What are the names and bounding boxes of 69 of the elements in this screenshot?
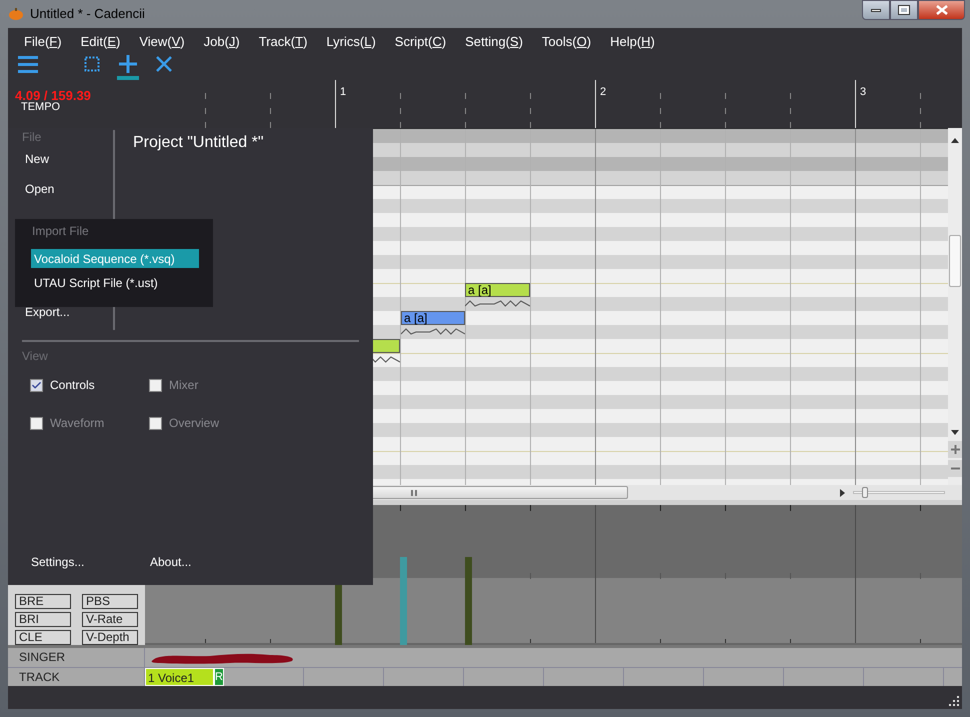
menu-item[interactable]: Settings... [31,553,150,571]
track-tab[interactable]: 1 Voice1 [145,668,214,686]
pumpkin-icon [9,8,23,20]
menu-item[interactable]: Help(H) [610,32,655,52]
scrollbar-thumb[interactable] [949,235,961,287]
checkbox[interactable] [30,416,43,430]
selection-icon [84,56,100,72]
menu-item[interactable]: Tools(O) [542,32,592,52]
checkbox[interactable] [30,378,43,392]
menu-icon [18,54,38,74]
close-icon [156,56,172,72]
zoom-out-button[interactable] [948,460,962,477]
minus-icon [950,467,960,470]
position-readout: 4.09 / 159.39 [15,87,91,103]
submenu-item[interactable]: UTAU Script File (*.ust) [31,273,199,292]
menu-item[interactable]: Lyrics(L) [326,32,376,52]
menu-item[interactable]: Setting(S) [465,32,523,52]
curve-button[interactable]: V-Rate [82,612,138,627]
curve-button[interactable]: CLE [15,630,71,645]
note-block[interactable]: a [a] [401,311,465,325]
project-title: Project "Untitled *" [133,133,264,151]
right-arrow-icon [840,489,845,497]
checkbox-label: Waveform [50,415,104,432]
menu-item[interactable]: About... [150,553,192,571]
curve-button[interactable]: BRI [15,612,71,627]
checkbox-label: Mixer [169,377,198,394]
section-header: File [21,130,42,144]
minimize-button[interactable] [862,0,890,20]
curve-button[interactable]: V-Depth [82,630,138,645]
slider-track[interactable] [853,491,945,494]
menu-item[interactable]: Edit(E) [80,32,120,52]
bar-number: 1 [340,85,346,100]
menu-item[interactable]: File(F) [24,32,62,52]
checkbox-label: Overview [169,415,220,432]
submenu-header: Import File [31,224,90,238]
zoom-in-button[interactable] [948,441,962,458]
menu-item[interactable]: Open [8,174,113,204]
menu-item[interactable]: Job(J) [204,32,240,52]
plus-icon [119,55,137,73]
vertical-scrollbar[interactable] [948,128,962,485]
bar-number: 2 [600,85,606,100]
slider-thumb[interactable] [862,487,868,498]
menu-item[interactable]: Export... [8,297,113,327]
vibrato-curve [401,326,465,336]
curve-button[interactable]: BRE [15,594,71,609]
menu-item[interactable]: Script(C) [394,32,446,52]
checkbox-label: Controls [50,377,95,394]
checkbox[interactable] [149,378,162,392]
bar-number: 3 [860,85,866,100]
menu-item[interactable]: Track(T) [258,32,308,52]
up-arrow-icon [951,138,959,143]
check-icon [31,380,42,390]
singer-label: SINGER [8,648,145,667]
checkbox[interactable] [149,416,162,430]
resize-grip-icon [949,696,959,706]
curve-button[interactable]: PBS [82,594,138,609]
window-title: Untitled * - Cadencii [30,5,145,24]
maximize-button[interactable] [890,0,918,20]
down-arrow-icon [951,430,959,435]
render-badge: R [214,668,224,686]
tempo-label: TEMPO [21,100,60,115]
close-button[interactable] [918,0,965,20]
menu-item[interactable]: View(V) [139,32,185,52]
close-icon [936,5,948,15]
menu-item[interactable]: New [8,144,113,174]
section-header: View [22,348,48,365]
vibrato-curve [465,298,530,308]
note-block[interactable]: a [a] [465,283,530,297]
plus-icon [950,445,960,454]
